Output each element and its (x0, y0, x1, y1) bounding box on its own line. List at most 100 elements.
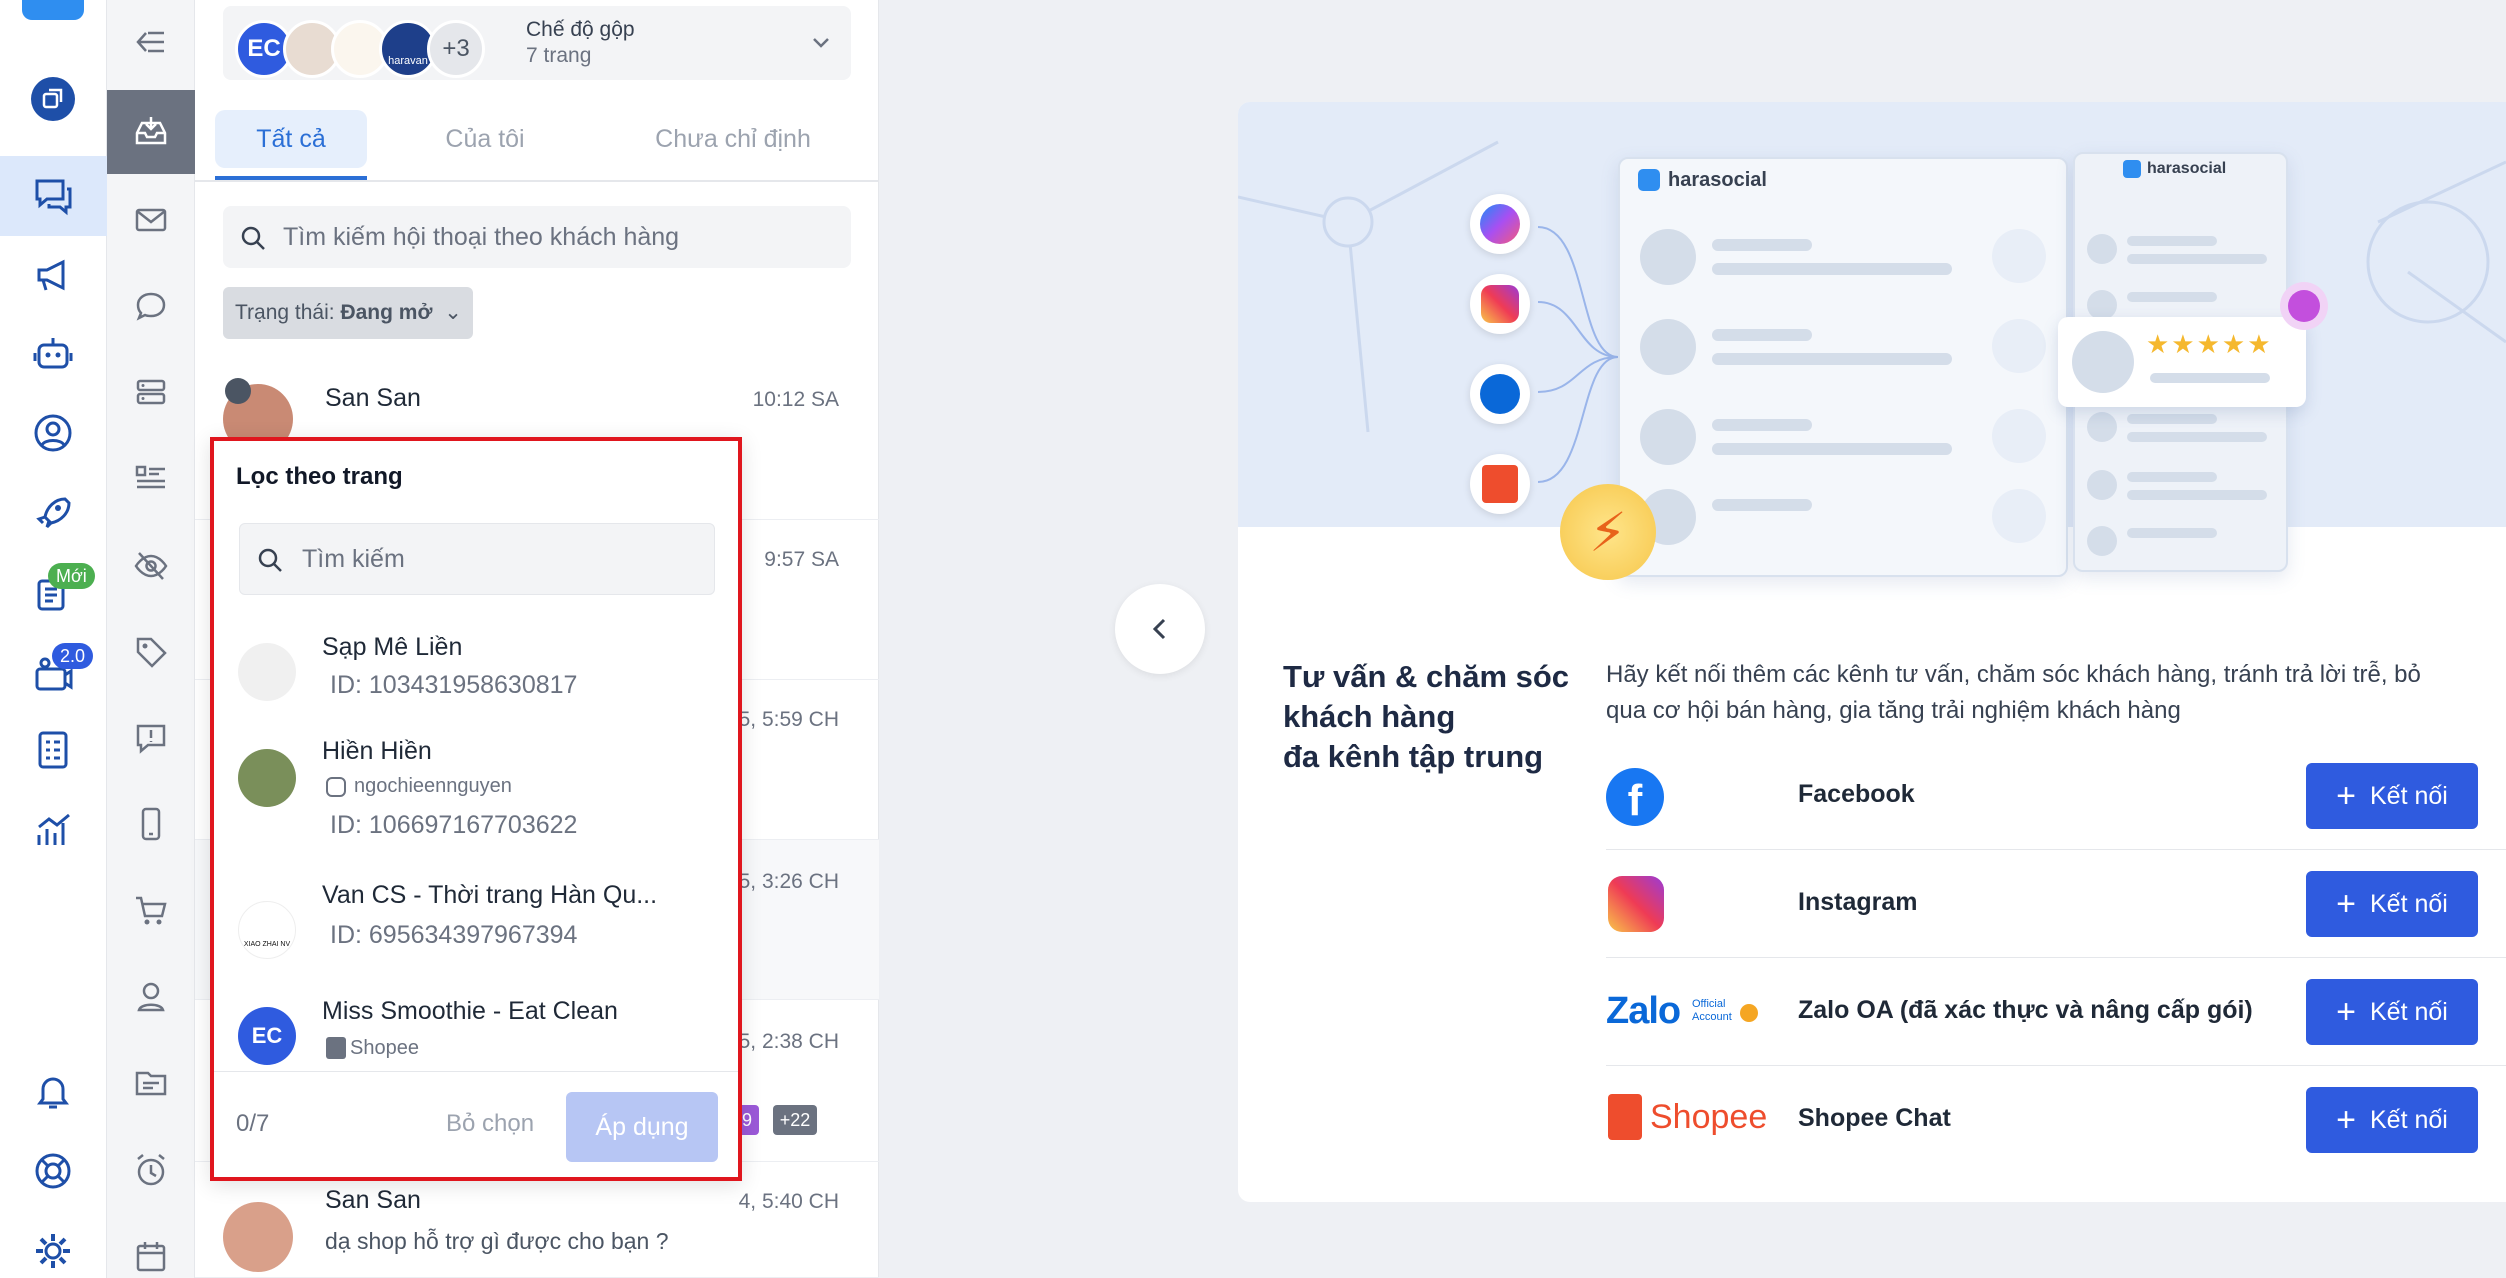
nav-help-icon[interactable] (18, 1136, 88, 1206)
page-selector[interactable]: EC haravan +3 Chế độ gộp 7 trang (223, 6, 851, 80)
channel-row-zalo: Zalo Official Account Zalo OA (đã xác th… (1606, 958, 2506, 1066)
more-tags-badge: +22 (773, 1105, 817, 1135)
instagram-icon (326, 777, 346, 797)
chevron-down-icon[interactable] (809, 30, 833, 59)
messenger-icon (1470, 194, 1530, 254)
facebook-icon: f (1606, 768, 1664, 826)
app-logo[interactable] (22, 0, 84, 20)
connect-zalo-button[interactable]: + Kết nối (2306, 979, 2478, 1045)
nav-orders-icon[interactable] (18, 714, 88, 784)
nav-bot-icon[interactable] (18, 318, 88, 388)
connect-facebook-button[interactable]: + Kết nối (2306, 763, 2478, 829)
messages-icon[interactable] (107, 264, 195, 348)
conversation-search-input[interactable]: Tìm kiếm hội thoại theo khách hàng (223, 206, 851, 268)
popup-search-input[interactable]: Tìm kiếm (239, 523, 715, 595)
popup-search-placeholder: Tìm kiếm (302, 545, 405, 573)
page-name: Sạp Mê Liền (322, 633, 463, 661)
page-name: Miss Smoothie - Eat Clean (322, 997, 618, 1025)
verified-icon (1740, 1004, 1758, 1022)
review-card: ★★★★★ (2058, 317, 2306, 407)
shopee-icon (1608, 1094, 1642, 1140)
selection-count: 0/7 (236, 1110, 270, 1137)
conversation-time: 5, 2:38 CH (738, 1030, 839, 1053)
plus-icon: + (2336, 993, 2356, 1031)
card-description: Hãy kết nối thêm các kênh tư vấn, chăm s… (1606, 661, 2421, 724)
plus-icon: + (2336, 885, 2356, 923)
nav-pages-icon[interactable] (18, 64, 88, 134)
connect-label: Kết nối (2370, 1105, 2448, 1134)
channel-name: Facebook (1798, 780, 1915, 808)
instagram-icon (1608, 876, 1664, 932)
clear-selection-button[interactable]: Bỏ chọn (446, 1110, 534, 1138)
page-avatar (238, 643, 296, 701)
conversation-time: 10:12 SA (752, 388, 839, 411)
connect-label: Kết nối (2370, 781, 2448, 810)
conversation-preview: dạ shop hỗ trợ gì được cho bạn ? (325, 1228, 669, 1254)
more-pages-count: +3 (427, 20, 485, 78)
tab-mine[interactable]: Của tôi (395, 110, 575, 168)
status-filter-dropdown[interactable]: Trạng thái: Đang mở ⌄ (223, 287, 473, 339)
plus-icon: + (2336, 777, 2356, 815)
nav-rocket-icon[interactable] (18, 478, 88, 548)
mobile-icon[interactable] (107, 782, 195, 866)
conversation-name: San San (325, 1186, 421, 1214)
plus-icon: + (2336, 1101, 2356, 1139)
popup-title: Lọc theo trang (236, 463, 403, 490)
rating-stars-icon: ★★★★★ (2146, 329, 2273, 359)
list-icon[interactable] (107, 436, 195, 520)
page-option[interactable]: Sạp Mê Liền ID: 103431958630817 (214, 625, 738, 729)
tab-unassigned[interactable]: Chưa chỉ định (595, 110, 871, 168)
page-option[interactable]: EC Miss Smoothie - Eat Clean Shopee (214, 997, 738, 1071)
channel-row-facebook: f Facebook + Kết nối (1606, 742, 2506, 850)
channel-row-instagram: Instagram + Kết nối (1606, 850, 2506, 958)
page-option[interactable]: Hiền Hiền ngochieennguyen ID: 1066971677… (214, 737, 738, 871)
page-option[interactable]: XIAO ZHAI NV Van CS - Thời trang Hàn Qu.… (214, 881, 738, 987)
search-placeholder: Tìm kiếm hội thoại theo khách hàng (283, 223, 680, 251)
agent-icon[interactable] (107, 954, 195, 1038)
nav-settings-icon[interactable] (18, 1216, 88, 1278)
calendar-icon[interactable] (107, 1214, 195, 1278)
page-platform: Shopee (350, 1037, 419, 1059)
customer-avatar (223, 1202, 293, 1272)
lightning-icon: ⚡ (1560, 484, 1656, 580)
conversation-time: 9:57 SA (764, 548, 839, 571)
secondary-nav-rail (107, 0, 195, 1278)
page-handle: ngochieennguyen (354, 775, 512, 797)
nav-campaign-icon[interactable] (18, 240, 88, 310)
connect-instagram-button[interactable]: + Kết nối (2306, 871, 2478, 937)
card-title-line: Tư vấn & chăm sóc (1283, 659, 1570, 694)
cart-icon[interactable] (107, 868, 195, 952)
zalo-logo-sub: Official Account (1692, 998, 1732, 1023)
page-name: Van CS - Thời trang Hàn Qu... (322, 881, 658, 909)
mail-icon[interactable] (107, 178, 195, 262)
shopee-icon (1470, 454, 1530, 514)
shopee-logo: Shopee (1650, 1098, 1768, 1136)
conversation-tabs: Tất cả Của tôi Chưa chỉ định (195, 100, 879, 182)
shopee-icon (326, 1037, 346, 1059)
nav-notification-icon[interactable] (18, 1056, 88, 1126)
folder-icon[interactable] (107, 1040, 195, 1124)
apply-button[interactable]: Áp dụng (566, 1092, 718, 1162)
hidden-eye-icon[interactable] (107, 524, 195, 608)
search-icon (256, 546, 284, 579)
connect-shopee-button[interactable]: + Kết nối (2306, 1087, 2478, 1153)
inbox-icon[interactable] (107, 90, 195, 174)
page-filter-popup: Lọc theo trang Tìm kiếm Sạp Mê Liền ID: … (210, 437, 742, 1181)
feedback-icon[interactable] (107, 696, 195, 780)
nav-chat-icon[interactable] (18, 160, 88, 230)
page-id: ID: 695634397967394 (330, 921, 578, 949)
page-avatar (238, 749, 296, 807)
harasocial-window-main: harasocial (1618, 157, 2068, 577)
previous-slide-button[interactable] (1115, 584, 1205, 674)
merge-mode-title: Chế độ gộp (526, 18, 635, 41)
collapse-menu-icon[interactable] (107, 0, 195, 84)
alarm-icon[interactable] (107, 1128, 195, 1212)
tab-all[interactable]: Tất cả (215, 110, 367, 168)
zalo-logo: Zalo (1606, 990, 1681, 1032)
page-id: ID: 106697167703622 (330, 811, 578, 839)
tag-icon[interactable] (107, 610, 195, 694)
status-filter-label: Trạng thái: (235, 301, 335, 324)
nav-customer-icon[interactable] (18, 398, 88, 468)
nav-report-icon[interactable] (18, 794, 88, 864)
server-icon[interactable] (107, 350, 195, 434)
